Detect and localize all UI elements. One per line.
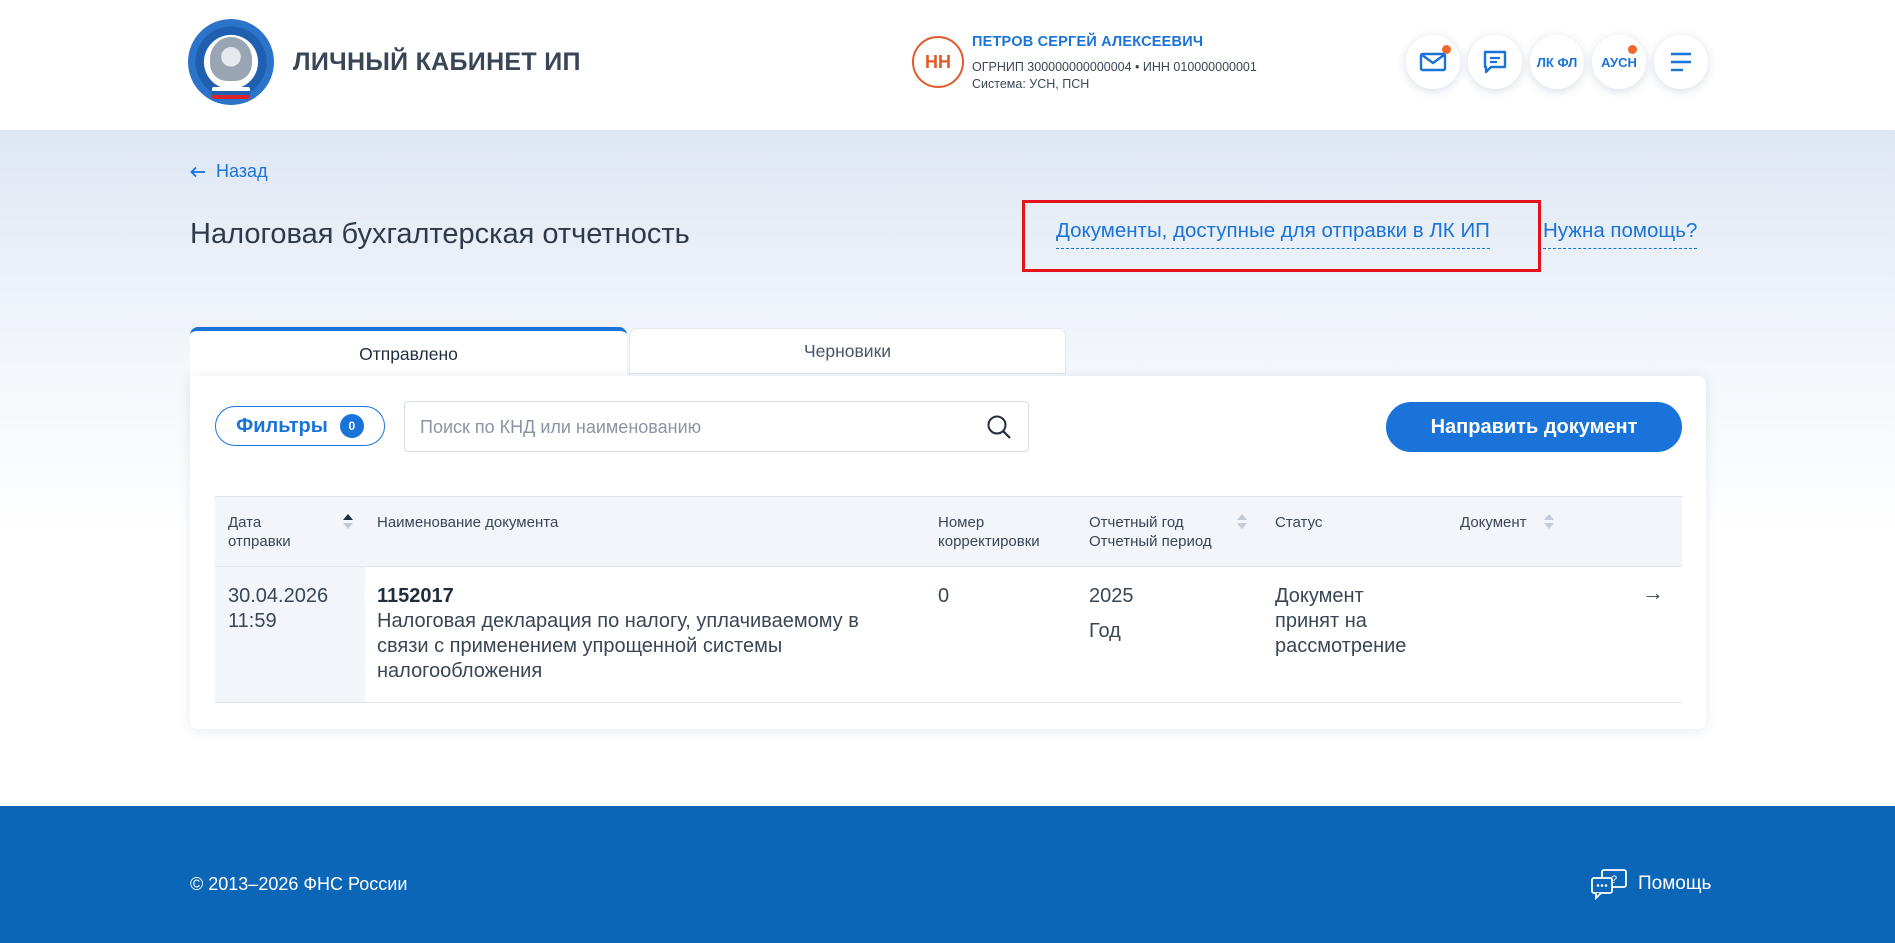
flag-ribbon-icon (212, 87, 250, 99)
sort-icon[interactable] (1237, 513, 1247, 531)
back-label: Назад (216, 161, 268, 181)
mail-button[interactable] (1406, 35, 1460, 89)
menu-icon (1671, 52, 1691, 72)
chat-button[interactable] (1468, 35, 1522, 89)
row-period: Год (1089, 620, 1121, 642)
lk-fl-label: ЛК ФЛ (1536, 54, 1578, 70)
lk-fl-button[interactable]: ЛК ФЛ (1530, 35, 1584, 89)
table-header: Дата отправки Наименование документа Ном… (215, 496, 1682, 567)
column-date-line2: отправки (228, 533, 291, 550)
column-name: Наименование документа (377, 514, 559, 531)
tab-sent-label: Отправлено (359, 343, 458, 364)
search-input[interactable] (420, 414, 960, 440)
column-correction-line1: Номер (938, 514, 985, 531)
column-year-line1: Отчетный год (1089, 514, 1184, 531)
row-knd: 1152017 (377, 585, 454, 607)
page-title: Налоговая бухгалтерская отчетность (190, 218, 690, 250)
footer-help-label: Помощь (1638, 873, 1712, 894)
copyright: © 2013–2026 ФНС России (190, 874, 408, 894)
column-status: Статус (1275, 514, 1323, 531)
eagle-emblem-icon (210, 37, 252, 81)
sort-asc-icon[interactable] (343, 513, 353, 531)
user-ids: ОГРНИП 300000000000004 • ИНН 01000000000… (972, 60, 1257, 74)
row-name-line2: связи с применением упрощенной системы (377, 635, 783, 657)
tab-sent[interactable]: Отправлено (190, 327, 627, 377)
search-icon[interactable] (986, 414, 1012, 440)
help-link[interactable]: Нужна помощь? (1543, 219, 1698, 249)
highlight-box (1022, 200, 1541, 272)
arrow-right-icon[interactable]: → (1642, 580, 1664, 606)
column-correction: Номер корректировки (938, 513, 1040, 551)
notification-dot (1442, 45, 1451, 54)
row-status-line2: принят на (1275, 610, 1367, 632)
row-time: 11:59 (228, 610, 277, 632)
tab-drafts-label: Черновики (803, 340, 892, 361)
row-year: 2025 (1089, 585, 1134, 607)
notification-dot (1628, 45, 1637, 54)
user-tax-system: Система: УСН, ПСН (972, 77, 1090, 91)
row-date: 30.04.2026 (228, 585, 329, 607)
ausn-label: АУСН (1601, 54, 1637, 70)
menu-button[interactable] (1654, 35, 1708, 89)
column-document[interactable]: Документ (1460, 513, 1527, 532)
row-status-line3: рассмотрение (1275, 635, 1407, 657)
back-link[interactable]: Назад (190, 161, 268, 182)
footer: © 2013–2026 ФНС России ? Помощь (0, 806, 1895, 943)
row-correction: 0 (938, 585, 950, 607)
filters-button[interactable]: Фильтры 0 (215, 406, 385, 446)
filters-count-badge: 0 (339, 414, 364, 438)
mail-icon (1419, 52, 1447, 72)
footer-help-link[interactable]: ? Помощь (1590, 868, 1711, 900)
table-row[interactable]: 30.04.2026 11:59 1152017 Налоговая декла… (215, 567, 1682, 703)
arrow-left-icon (190, 166, 205, 177)
fns-logo[interactable] (188, 19, 274, 105)
row-status-line1: Документ (1275, 585, 1364, 607)
column-date[interactable]: Дата отправки (228, 513, 291, 551)
header: ЛИЧНЫЙ КАБИНЕТ ИП НН ПЕТРОВ СЕРГЕЙ АЛЕКС… (0, 0, 1895, 130)
column-year[interactable]: Отчетный год Отчетный период (1089, 513, 1212, 551)
help-chat-icon: ? (1591, 869, 1627, 900)
user-avatar[interactable]: НН (912, 36, 964, 88)
ausn-button[interactable]: АУСН (1592, 35, 1646, 89)
column-correction-line2: корректировки (938, 533, 1040, 550)
user-name[interactable]: ПЕТРОВ СЕРГЕЙ АЛЕКСЕЕВИЧ (972, 34, 1203, 50)
app-title: ЛИЧНЫЙ КАБИНЕТ ИП (293, 48, 581, 76)
tab-drafts[interactable]: Черновики (629, 328, 1066, 374)
sort-icon[interactable] (1544, 513, 1554, 531)
filters-label: Фильтры (236, 414, 328, 437)
column-date-line1: Дата (228, 514, 262, 531)
chat-icon (1483, 50, 1507, 74)
send-document-button[interactable]: Направить документ (1386, 402, 1682, 452)
search-box (404, 401, 1029, 452)
row-name-line1: Налоговая декларация по налогу, уплачива… (377, 610, 859, 632)
row-name-line3: налогообложения (377, 660, 543, 682)
column-year-line2: Отчетный период (1089, 533, 1212, 550)
